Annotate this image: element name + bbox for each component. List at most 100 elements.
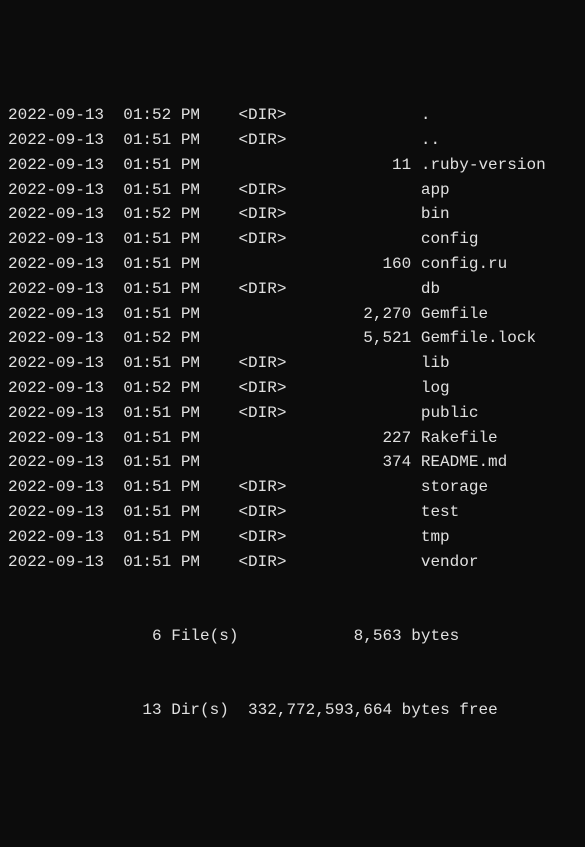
entry-time: 01:51 PM — [123, 475, 200, 500]
entry-time: 01:52 PM — [123, 326, 200, 351]
entry-time: 01:51 PM — [123, 525, 200, 550]
listing-row: 2022-09-13 01:51 PM <DIR> .. — [8, 128, 577, 153]
listing-row: 2022-09-13 01:51 PM 11 .ruby-version — [8, 153, 577, 178]
listing-row: 2022-09-13 01:52 PM <DIR> bin — [8, 202, 577, 227]
entry-name: lib — [421, 351, 450, 376]
entry-name: db — [421, 277, 440, 302]
entry-name: config — [421, 227, 479, 252]
summary-line-files: 6 File(s)8,563 bytes — [8, 624, 577, 649]
entry-size: 227 — [296, 426, 411, 451]
listing-row: 2022-09-13 01:51 PM <DIR> public — [8, 401, 577, 426]
entry-type: <DIR> — [238, 202, 286, 227]
entry-type: <DIR> — [238, 128, 286, 153]
entry-time: 01:51 PM — [123, 550, 200, 575]
listing-row: 2022-09-13 01:51 PM <DIR> vendor — [8, 550, 577, 575]
entry-name: .. — [421, 128, 440, 153]
entry-time: 01:51 PM — [123, 450, 200, 475]
entry-time: 01:51 PM — [123, 351, 200, 376]
listing-row: 2022-09-13 01:51 PM 374 README.md — [8, 450, 577, 475]
entry-time: 01:51 PM — [123, 128, 200, 153]
listing-row: 2022-09-13 01:51 PM <DIR> db — [8, 277, 577, 302]
file-listing: 2022-09-13 01:52 PM <DIR> .2022-09-13 01… — [8, 103, 577, 574]
total-bytes-value: 8,563 bytes — [238, 624, 459, 649]
entry-date: 2022-09-13 — [8, 401, 104, 426]
entry-date: 2022-09-13 — [8, 302, 104, 327]
listing-row: 2022-09-13 01:51 PM <DIR> config — [8, 227, 577, 252]
entry-date: 2022-09-13 — [8, 376, 104, 401]
listing-row: 2022-09-13 01:51 PM <DIR> test — [8, 500, 577, 525]
entry-name: Gemfile — [421, 302, 488, 327]
entry-name: log — [421, 376, 450, 401]
entry-date: 2022-09-13 — [8, 351, 104, 376]
entry-date: 2022-09-13 — [8, 153, 104, 178]
listing-row: 2022-09-13 01:51 PM <DIR> lib — [8, 351, 577, 376]
entry-type: <DIR> — [238, 351, 286, 376]
entry-date: 2022-09-13 — [8, 550, 104, 575]
entry-time: 01:51 PM — [123, 277, 200, 302]
entry-time: 01:51 PM — [123, 426, 200, 451]
entry-date: 2022-09-13 — [8, 103, 104, 128]
entry-time: 01:51 PM — [123, 302, 200, 327]
entry-name: storage — [421, 475, 488, 500]
listing-row: 2022-09-13 01:51 PM <DIR> tmp — [8, 525, 577, 550]
file-count-label: 6 File(s) — [8, 624, 238, 649]
entry-type: <DIR> — [238, 376, 286, 401]
entry-time: 01:51 PM — [123, 153, 200, 178]
entry-type: <DIR> — [238, 550, 286, 575]
entry-date: 2022-09-13 — [8, 178, 104, 203]
entry-date: 2022-09-13 — [8, 450, 104, 475]
entry-name: Gemfile.lock — [421, 326, 536, 351]
entry-time: 01:51 PM — [123, 252, 200, 277]
entry-date: 2022-09-13 — [8, 252, 104, 277]
entry-date: 2022-09-13 — [8, 525, 104, 550]
entry-time: 01:51 PM — [123, 227, 200, 252]
listing-row: 2022-09-13 01:51 PM <DIR> app — [8, 178, 577, 203]
entry-name: public — [421, 401, 479, 426]
entry-date: 2022-09-13 — [8, 277, 104, 302]
entry-date: 2022-09-13 — [8, 475, 104, 500]
summary-line-dirs: 13 Dir(s) 332,772,593,664 bytes free — [8, 698, 577, 723]
listing-row: 2022-09-13 01:51 PM 160 config.ru — [8, 252, 577, 277]
entry-name: tmp — [421, 525, 450, 550]
entry-type: <DIR> — [238, 178, 286, 203]
entry-size: 5,521 — [296, 326, 411, 351]
listing-row: 2022-09-13 01:51 PM 227 Rakefile — [8, 426, 577, 451]
entry-name: .ruby-version — [421, 153, 546, 178]
entry-type: <DIR> — [238, 475, 286, 500]
entry-date: 2022-09-13 — [8, 500, 104, 525]
entry-size: 11 — [296, 153, 411, 178]
entry-name: config.ru — [421, 252, 507, 277]
entry-date: 2022-09-13 — [8, 227, 104, 252]
listing-row: 2022-09-13 01:52 PM <DIR> . — [8, 103, 577, 128]
listing-row: 2022-09-13 01:52 PM <DIR> log — [8, 376, 577, 401]
entry-date: 2022-09-13 — [8, 128, 104, 153]
entry-type: <DIR> — [238, 401, 286, 426]
entry-date: 2022-09-13 — [8, 426, 104, 451]
entry-time: 01:52 PM — [123, 103, 200, 128]
entry-name: vendor — [421, 550, 479, 575]
entry-time: 01:51 PM — [123, 401, 200, 426]
listing-row: 2022-09-13 01:51 PM <DIR> storage — [8, 475, 577, 500]
entry-name: bin — [421, 202, 450, 227]
free-bytes-value: 332,772,593,664 bytes free — [248, 701, 498, 719]
entry-type: <DIR> — [238, 500, 286, 525]
entry-date: 2022-09-13 — [8, 326, 104, 351]
entry-time: 01:51 PM — [123, 178, 200, 203]
entry-name: README.md — [421, 450, 507, 475]
dir-count-label: 13 Dir(s) — [8, 698, 229, 723]
entry-type: <DIR> — [238, 277, 286, 302]
entry-time: 01:52 PM — [123, 376, 200, 401]
listing-row: 2022-09-13 01:52 PM 5,521 Gemfile.lock — [8, 326, 577, 351]
entry-size: 2,270 — [296, 302, 411, 327]
listing-row: 2022-09-13 01:51 PM 2,270 Gemfile — [8, 302, 577, 327]
entry-name: Rakefile — [421, 426, 498, 451]
entry-time: 01:52 PM — [123, 202, 200, 227]
entry-name: . — [421, 103, 431, 128]
entry-type: <DIR> — [238, 103, 286, 128]
entry-size: 374 — [296, 450, 411, 475]
entry-size: 160 — [296, 252, 411, 277]
entry-date: 2022-09-13 — [8, 202, 104, 227]
entry-type: <DIR> — [238, 525, 286, 550]
entry-time: 01:51 PM — [123, 500, 200, 525]
entry-type: <DIR> — [238, 227, 286, 252]
